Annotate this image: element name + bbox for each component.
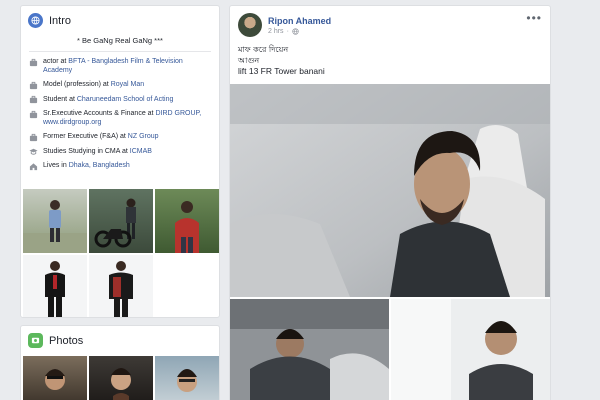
- intro-link-charuneedam[interactable]: Charuneedam School of Acting: [77, 96, 174, 103]
- intro-item-work: Former Executive (F&A) at NZ Group: [29, 132, 211, 142]
- post-main-photo[interactable]: [230, 84, 550, 297]
- intro-item-work: Sr.Executive Accounts & Finance at DIRD …: [29, 109, 211, 127]
- intro-link-dhaka[interactable]: Dhaka, Bangladesh: [69, 162, 130, 169]
- post-meta: 2 hrs ·: [268, 28, 331, 35]
- home-icon: [29, 162, 38, 170]
- briefcase-icon: [29, 133, 38, 141]
- intro-link-icmab[interactable]: ICMAB: [130, 148, 152, 155]
- featured-photo[interactable]: [89, 189, 153, 253]
- intro-info-list: actor at BFTA - Bangladesh Film & Televi…: [21, 52, 219, 171]
- photos-card: Photos: [20, 325, 220, 400]
- featured-photo[interactable]: [23, 189, 87, 253]
- featured-photo[interactable]: [155, 189, 219, 253]
- intro-item-education: Studies Studying in CMA at ICMAB: [29, 147, 211, 157]
- graduation-cap-icon: [29, 148, 38, 155]
- post-line: মাফ করে দিয়েন: [238, 45, 289, 54]
- intro-tagline: * Be GaNg Real GaNg ***: [29, 32, 211, 52]
- post-photo[interactable]: [230, 299, 389, 400]
- avatar[interactable]: [238, 13, 262, 37]
- post-card: Ripon Ahamed 2 hrs · ••• মাফ করে দিয়েন …: [229, 5, 551, 400]
- briefcase-icon: [29, 58, 38, 66]
- intro-title: Intro: [49, 14, 72, 27]
- photos-title: Photos: [49, 334, 84, 347]
- post-text: মাফ করে দিয়েন আগুন lift 13 FR Tower ban…: [230, 44, 550, 77]
- post-header: Ripon Ahamed 2 hrs · •••: [230, 6, 550, 44]
- intro-header: Intro: [21, 6, 219, 32]
- intro-card: Intro * Be GaNg Real GaNg *** actor at B…: [20, 5, 220, 318]
- post-author[interactable]: Ripon Ahamed: [268, 16, 331, 26]
- intro-item-work: actor at BFTA - Bangladesh Film & Televi…: [29, 57, 211, 75]
- intro-link-dird-group[interactable]: DIRD GROUP: [155, 110, 199, 117]
- briefcase-icon: [29, 81, 38, 89]
- post-line: আগুন: [238, 56, 260, 65]
- featured-photo[interactable]: [89, 255, 153, 317]
- photos-header: Photos: [21, 326, 219, 352]
- photo-thumbnail[interactable]: [23, 356, 87, 400]
- photo-thumbnail[interactable]: [155, 356, 219, 400]
- intro-link-royal-man[interactable]: Royal Man: [111, 81, 144, 88]
- post-photo[interactable]: [391, 299, 550, 400]
- photos-row: [23, 356, 219, 400]
- featured-photo[interactable]: [23, 255, 87, 317]
- photo-thumbnail[interactable]: [89, 356, 153, 400]
- intro-item-location: Lives in Dhaka, Bangladesh: [29, 161, 211, 171]
- intro-link-nz-group[interactable]: NZ Group: [128, 133, 159, 140]
- post-timestamp[interactable]: 2 hrs: [268, 28, 284, 35]
- photos-icon: [28, 333, 43, 348]
- post-line: lift 13 FR Tower banani: [238, 66, 325, 76]
- intro-item-work: Model (profession) at Royal Man: [29, 80, 211, 90]
- briefcase-icon: [29, 95, 38, 104]
- privacy-globe-icon: [292, 27, 299, 35]
- intro-item-work: Student at Charuneedam School of Acting: [29, 95, 211, 105]
- globe-icon: [28, 13, 43, 28]
- post-options-button[interactable]: •••: [526, 11, 542, 25]
- briefcase-icon: [29, 110, 38, 118]
- featured-photos-grid: [23, 189, 219, 317]
